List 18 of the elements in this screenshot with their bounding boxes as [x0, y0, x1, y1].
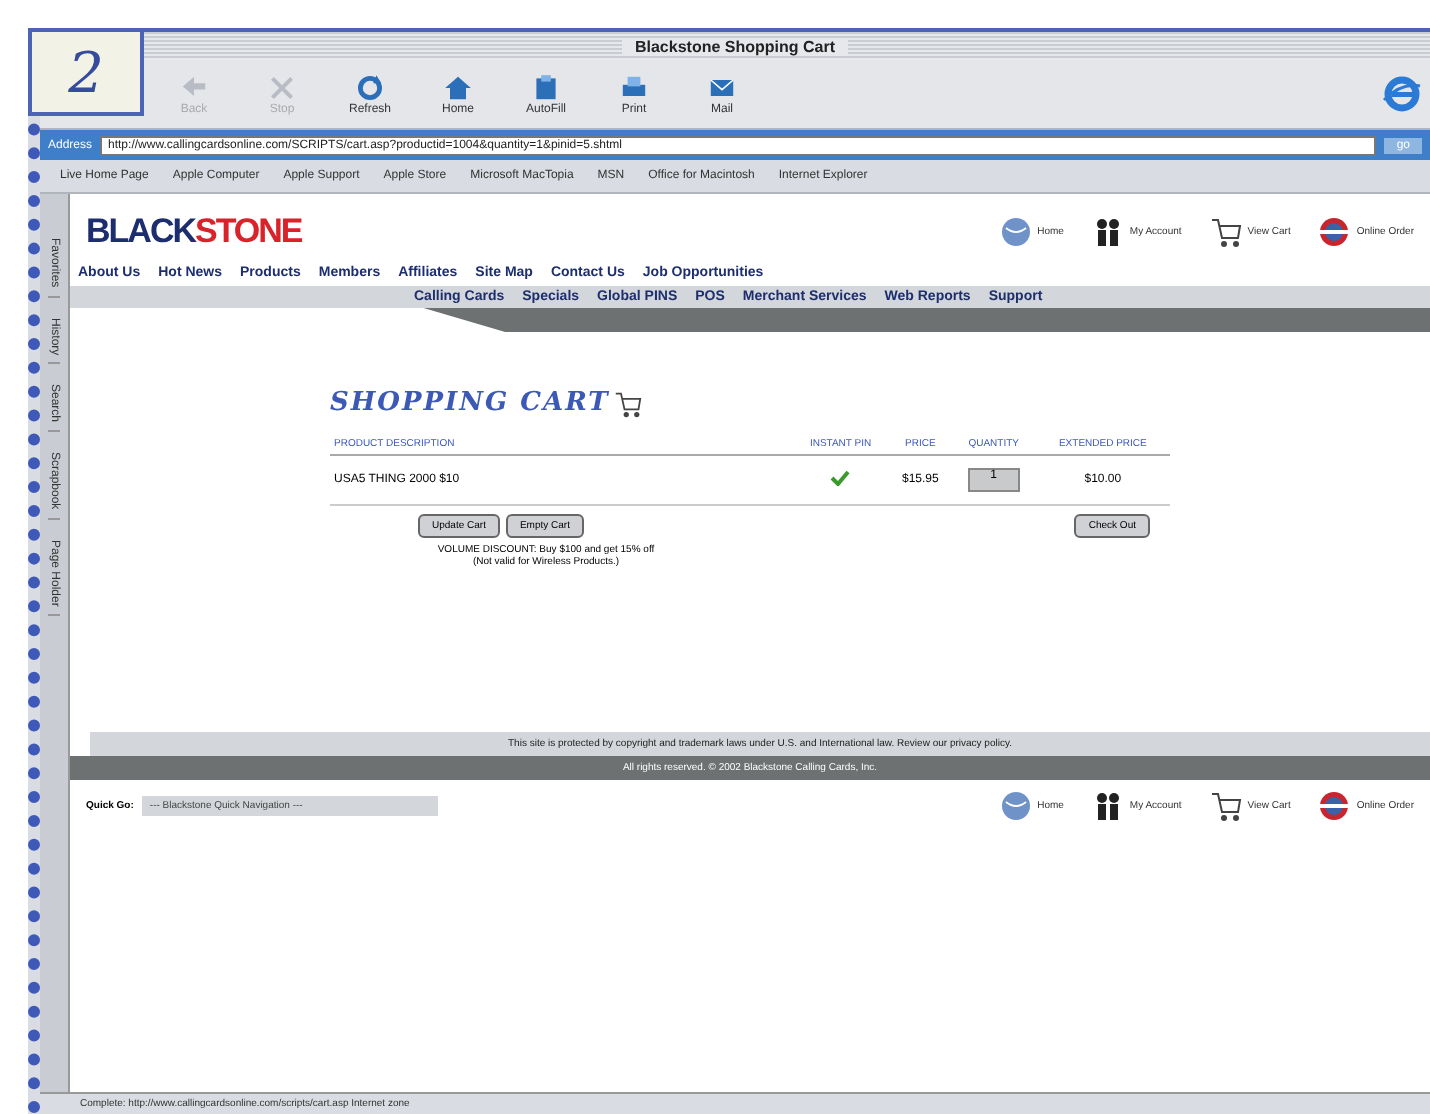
clipboard-icon — [530, 72, 562, 104]
cart-title: SHOPPING CART — [330, 388, 610, 418]
globe-icon — [999, 790, 1032, 822]
people-icon — [1091, 216, 1124, 248]
stop-icon — [266, 72, 298, 104]
window-title: Blackstone Shopping Cart — [622, 37, 847, 55]
home-icon — [442, 72, 474, 104]
cart-icon — [1209, 790, 1242, 822]
target-icon — [1318, 216, 1351, 248]
step-number: 2 — [28, 28, 144, 116]
browser-logo-icon — [1382, 74, 1422, 114]
site-logo: BLACKSTONE — [86, 212, 302, 252]
people-icon — [1091, 790, 1124, 822]
refresh-icon — [354, 72, 386, 104]
globe-icon — [999, 216, 1032, 248]
cart-icon — [613, 389, 642, 417]
target-icon — [1318, 790, 1351, 822]
cart-icon — [1209, 216, 1242, 248]
